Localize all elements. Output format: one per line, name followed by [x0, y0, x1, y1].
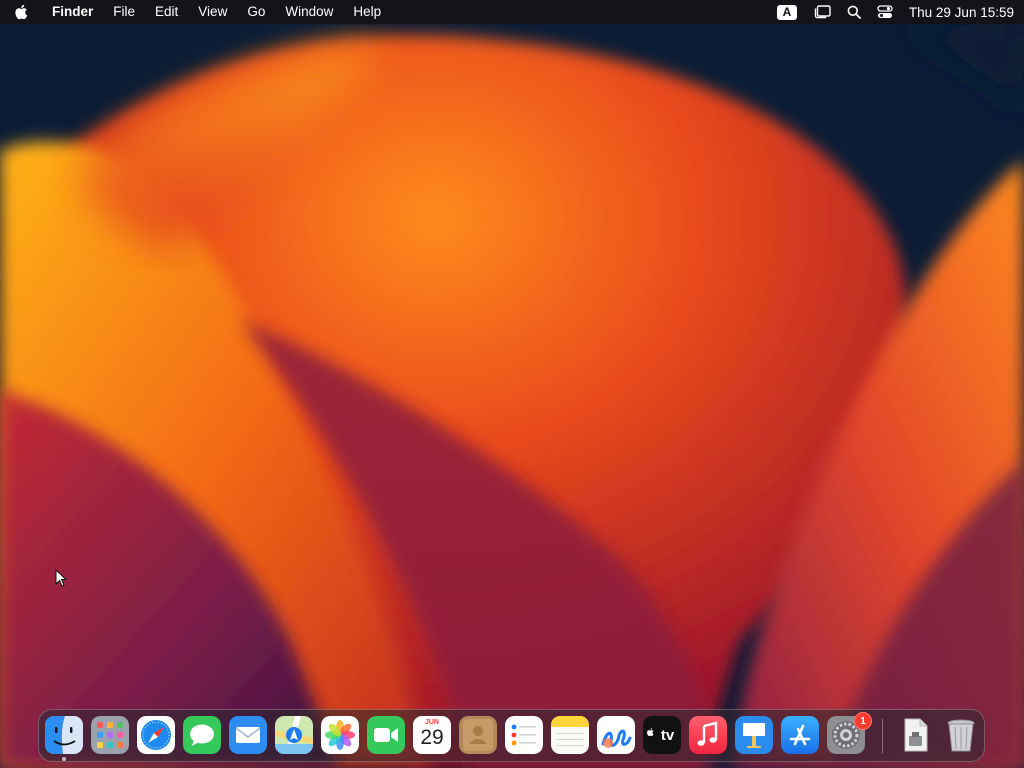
- menu-bar-clock[interactable]: Thu 29 Jun 15:59: [909, 5, 1014, 20]
- menu-file[interactable]: File: [103, 0, 145, 24]
- keynote-icon[interactable]: [735, 716, 773, 754]
- mouse-cursor-icon: [55, 569, 67, 587]
- spotlight-search-icon[interactable]: [847, 0, 861, 24]
- calendar-day-label: 29: [420, 726, 444, 749]
- settings-notification-badge: 1: [854, 712, 872, 730]
- app-store-icon[interactable]: [781, 716, 819, 754]
- menu-window[interactable]: Window: [275, 0, 343, 24]
- freeform-icon[interactable]: [597, 716, 635, 754]
- stage-manager-icon[interactable]: [813, 0, 831, 24]
- reminders-icon[interactable]: [505, 716, 543, 754]
- calendar-icon[interactable]: JUN 29: [413, 716, 451, 754]
- control-center-icon[interactable]: [877, 0, 893, 24]
- menu-help[interactable]: Help: [343, 0, 391, 24]
- menu-edit[interactable]: Edit: [145, 0, 188, 24]
- launchpad-icon[interactable]: [91, 716, 129, 754]
- contacts-icon[interactable]: [459, 716, 497, 754]
- input-source-label: A: [776, 4, 797, 20]
- calendar-month-label: JUN: [424, 719, 439, 726]
- facetime-icon[interactable]: [367, 716, 405, 754]
- desktop[interactable]: Finder File Edit View Go Window Help A T…: [0, 0, 1024, 768]
- messages-icon[interactable]: [183, 716, 221, 754]
- safari-icon[interactable]: [137, 716, 175, 754]
- dock: JUN 29 tv 1: [38, 709, 985, 762]
- mail-icon[interactable]: [229, 716, 267, 754]
- maps-icon[interactable]: [275, 716, 313, 754]
- menu-bar: Finder File Edit View Go Window Help A T…: [0, 0, 1024, 24]
- wallpaper: [0, 0, 1024, 768]
- finder-icon[interactable]: [45, 716, 83, 754]
- trash-icon[interactable]: [942, 716, 980, 754]
- photos-icon[interactable]: [321, 716, 359, 754]
- menu-app-finder[interactable]: Finder: [42, 0, 103, 24]
- finder-running-indicator: [62, 757, 66, 761]
- menu-go[interactable]: Go: [237, 0, 275, 24]
- dock-separator: [882, 719, 883, 753]
- downloads-stack-icon[interactable]: [896, 716, 934, 754]
- menu-view[interactable]: View: [188, 0, 237, 24]
- notes-icon[interactable]: [551, 716, 589, 754]
- input-source-button[interactable]: A: [776, 0, 797, 24]
- tv-icon[interactable]: tv: [643, 716, 681, 754]
- apple-menu-icon[interactable]: [0, 0, 42, 24]
- music-icon[interactable]: [689, 716, 727, 754]
